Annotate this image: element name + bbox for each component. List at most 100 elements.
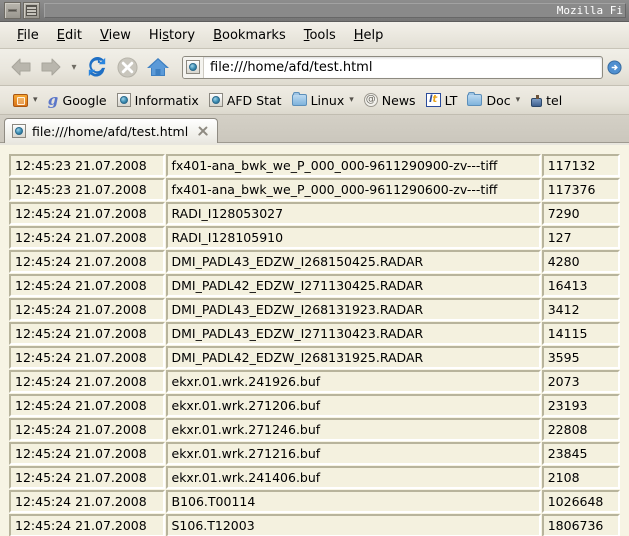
url-bar[interactable]: file:///home/afd/test.html [182, 56, 603, 79]
folder-icon [467, 94, 482, 106]
bookmark-informatix[interactable]: Informatix [112, 91, 204, 110]
menu-edit[interactable]: Edit [48, 26, 91, 45]
bookmarks-toolbar: ▾ g Google Informatix AFD Stat Linux ▾ @… [0, 86, 629, 115]
bookmark-afd-stat[interactable]: AFD Stat [204, 91, 287, 110]
cell-size: 2108 [542, 466, 620, 489]
url-favicon-container [183, 57, 204, 78]
bookmark-folder-root[interactable]: ▾ [8, 92, 43, 109]
table-row[interactable]: 12:45:24 21.07.2008 ekxr.01.wrk.241406.b… [9, 466, 620, 489]
chevron-down-icon: ▾ [516, 95, 521, 105]
cell-filename: B106.T00114 [166, 490, 541, 513]
table-row[interactable]: 12:45:23 21.07.2008 fx401-ana_bwk_we_P_0… [9, 154, 620, 177]
reload-button[interactable] [82, 52, 112, 82]
tab-title: file:///home/afd/test.html [32, 124, 188, 139]
cell-timestamp: 12:45:24 21.07.2008 [9, 274, 165, 297]
window-minimize-button[interactable] [4, 2, 21, 19]
bookmark-linux[interactable]: Linux ▾ [287, 91, 359, 110]
cell-size: 14115 [542, 322, 620, 345]
page-favicon-icon [117, 93, 131, 107]
forward-button[interactable] [36, 52, 66, 82]
cell-size: 7290 [542, 202, 620, 225]
cell-timestamp: 12:45:24 21.07.2008 [9, 298, 165, 321]
window-menu-icon [26, 5, 37, 16]
cell-timestamp: 12:45:24 21.07.2008 [9, 394, 165, 417]
cell-size: 2073 [542, 370, 620, 393]
table-row[interactable]: 12:45:24 21.07.2008 ekxr.01.wrk.271206.b… [9, 394, 620, 417]
cell-size: 4280 [542, 250, 620, 273]
table-row[interactable]: 12:45:24 21.07.2008 DMI_PADL43_EDZW_I271… [9, 322, 620, 345]
menu-history[interactable]: History [140, 26, 204, 45]
table-row[interactable]: 12:45:24 21.07.2008 RADI_I128053027 7290 [9, 202, 620, 225]
cell-filename: ekxr.01.wrk.241406.buf [166, 466, 541, 489]
cell-filename: DMI_PADL43_EDZW_I268131923.RADAR [166, 298, 541, 321]
table-row[interactable]: 12:45:24 21.07.2008 DMI_PADL43_EDZW_I268… [9, 298, 620, 321]
page-favicon-icon [209, 93, 223, 107]
menu-bookmarks[interactable]: Bookmarks [204, 26, 295, 45]
window-title: Mozilla Fi [557, 4, 623, 17]
table-row[interactable]: 12:45:24 21.07.2008 ekxr.01.wrk.271216.b… [9, 442, 620, 465]
table-row[interactable]: 12:45:24 21.07.2008 DMI_PADL43_EDZW_I268… [9, 250, 620, 273]
stop-icon [117, 57, 138, 78]
bookmark-doc[interactable]: Doc ▾ [462, 91, 525, 110]
page-content: 12:45:23 21.07.2008 fx401-ana_bwk_we_P_0… [0, 145, 629, 536]
cell-size: 1026648 [542, 490, 620, 513]
home-button[interactable] [142, 52, 174, 82]
table-row[interactable]: 12:45:24 21.07.2008 DMI_PADL42_EDZW_I271… [9, 274, 620, 297]
menu-tools[interactable]: Tools [295, 26, 345, 45]
bookmark-lt[interactable]: lt LT [421, 91, 463, 110]
table-row[interactable]: 12:45:24 21.07.2008 RADI_I128105910 127 [9, 226, 620, 249]
cell-filename: ekxr.01.wrk.271206.buf [166, 394, 541, 417]
menu-view[interactable]: View [91, 26, 140, 45]
bookmark-label: Doc [486, 93, 510, 108]
cell-filename: RADI_I128053027 [166, 202, 541, 225]
history-dropdown-button[interactable]: ▾ [66, 62, 82, 73]
title-bar: Mozilla Fi [0, 0, 629, 22]
table-row[interactable]: 12:45:24 21.07.2008 ekxr.01.wrk.271246.b… [9, 418, 620, 441]
cell-filename: DMI_PADL42_EDZW_I271130425.RADAR [166, 274, 541, 297]
menu-bar: File Edit View History Bookmarks Tools H… [0, 22, 629, 49]
cell-timestamp: 12:45:24 21.07.2008 [9, 442, 165, 465]
back-arrow-icon [10, 57, 32, 77]
cell-timestamp: 12:45:23 21.07.2008 [9, 154, 165, 177]
cell-filename: ekxr.01.wrk.241926.buf [166, 370, 541, 393]
cell-filename: RADI_I128105910 [166, 226, 541, 249]
table-row[interactable]: 12:45:24 21.07.2008 DMI_PADL42_EDZW_I268… [9, 346, 620, 369]
minimize-icon [8, 9, 17, 12]
bookmark-tel[interactable]: tel [525, 91, 567, 110]
back-button[interactable] [6, 52, 36, 82]
cell-filename: ekxr.01.wrk.271246.buf [166, 418, 541, 441]
tab-bar: file:///home/afd/test.html [0, 115, 629, 143]
page-favicon-icon [12, 124, 26, 138]
url-input[interactable]: file:///home/afd/test.html [204, 60, 372, 75]
go-arrow-icon [607, 60, 622, 75]
tab-test-html[interactable]: file:///home/afd/test.html [4, 118, 218, 143]
bookmark-label: Google [63, 93, 107, 108]
cell-filename: fx401-ana_bwk_we_P_000_000-9611290900-zv… [166, 154, 541, 177]
window-menu-button[interactable] [23, 2, 40, 19]
cell-filename: DMI_PADL43_EDZW_I268150425.RADAR [166, 250, 541, 273]
menu-file[interactable]: File [8, 26, 48, 45]
table-row[interactable]: 12:45:23 21.07.2008 fx401-ana_bwk_we_P_0… [9, 178, 620, 201]
browser-window: Mozilla Fi File Edit View History Bookma… [0, 0, 629, 536]
bookmark-label: Linux [311, 93, 345, 108]
table-row[interactable]: 12:45:24 21.07.2008 S106.T12003 1806736 [9, 514, 620, 536]
bookmark-label: News [382, 93, 416, 108]
go-button[interactable] [605, 60, 623, 75]
table-row[interactable]: 12:45:24 21.07.2008 B106.T00114 1026648 [9, 490, 620, 513]
cell-filename: fx401-ana_bwk_we_P_000_000-9611290600-zv… [166, 178, 541, 201]
stop-button[interactable] [112, 52, 142, 82]
bookmark-news[interactable]: @ News [359, 91, 421, 110]
close-icon[interactable] [196, 124, 210, 138]
table-row[interactable]: 12:45:24 21.07.2008 ekxr.01.wrk.241926.b… [9, 370, 620, 393]
title-strip: Mozilla Fi [44, 3, 626, 18]
bookmark-google[interactable]: g Google [43, 91, 112, 110]
at-sign-icon: @ [364, 93, 378, 107]
menu-help[interactable]: Help [345, 26, 393, 45]
cell-size: 16413 [542, 274, 620, 297]
cell-size: 127 [542, 226, 620, 249]
bookmark-label: tel [546, 93, 562, 108]
cell-timestamp: 12:45:24 21.07.2008 [9, 514, 165, 536]
cell-timestamp: 12:45:24 21.07.2008 [9, 226, 165, 249]
file-listing-table: 12:45:23 21.07.2008 fx401-ana_bwk_we_P_0… [8, 153, 621, 536]
cell-size: 3412 [542, 298, 620, 321]
